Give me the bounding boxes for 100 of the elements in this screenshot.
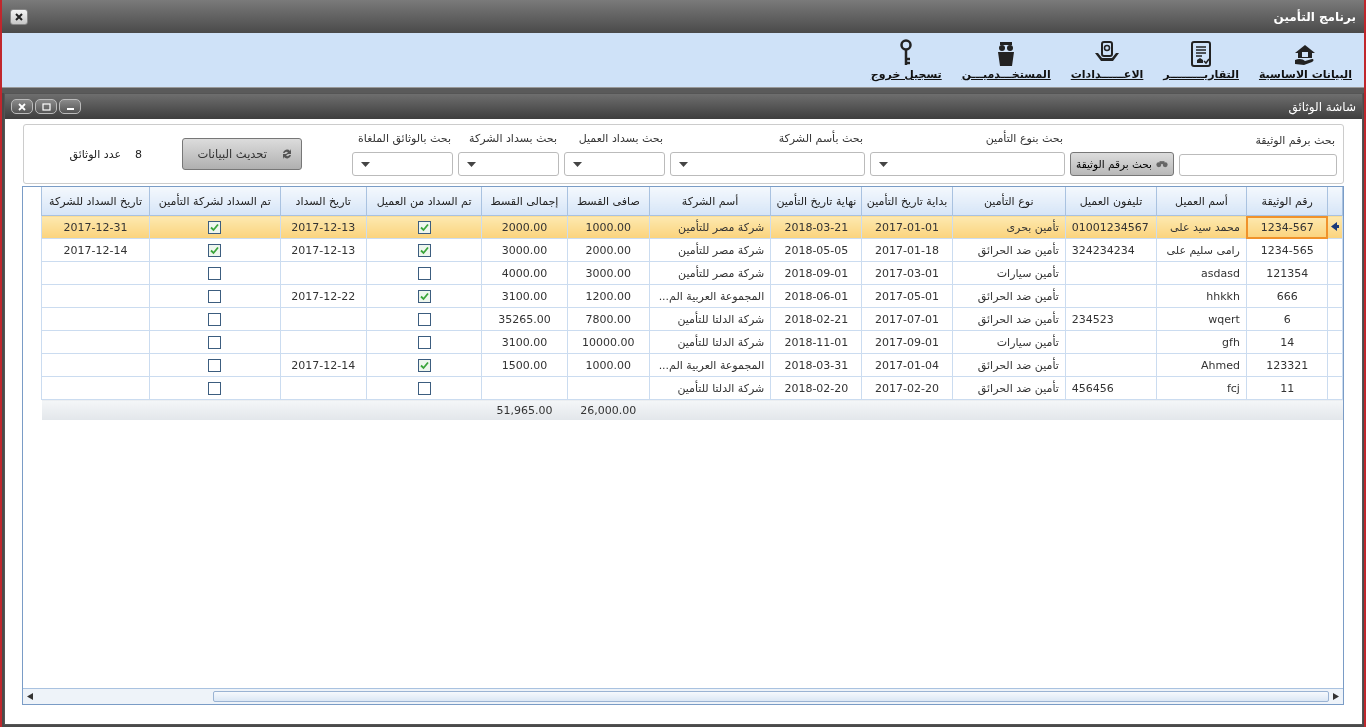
filter-label: بحث بنوع التأمين xyxy=(984,132,1064,146)
table-cell: wqert xyxy=(1208,312,1240,326)
table-cell: 121354 xyxy=(1266,266,1309,280)
table-cell: 2017-12-14 xyxy=(63,243,128,257)
filter-label: بحث بأسم الشركة xyxy=(777,132,864,146)
table-cell: 1234-565 xyxy=(1260,243,1314,257)
filter-label: بحث بالوثائق الملغاة xyxy=(357,132,452,146)
table-cell: Ahmed xyxy=(1200,358,1240,372)
table-cell: تأمين سيارات xyxy=(996,335,1059,349)
column-header[interactable]: نهاية تاريخ التأمين xyxy=(770,187,862,216)
table-cell: تأمين ضد الحرائق xyxy=(977,358,1059,372)
table-cell: 11 xyxy=(1280,381,1295,395)
table-cell: 1234-567 xyxy=(1260,220,1314,234)
table-cell: 2017-07-01 xyxy=(875,312,939,326)
table-cell: شركة مصر للتأمين xyxy=(678,220,765,234)
ribbon-button[interactable]: تسجيل خروج xyxy=(870,39,942,81)
table-cell: 3100.00 xyxy=(501,335,548,349)
column-header[interactable]: تم السداد لشركة التأمين xyxy=(149,187,281,216)
table-cell: تأمين ضد الحرائق xyxy=(977,289,1059,303)
table-cell: 324234234 xyxy=(1071,243,1135,257)
table-cell: 456456 xyxy=(1071,381,1114,395)
table-cell: 2018-05-05 xyxy=(784,243,849,257)
table-cell: 01001234567 xyxy=(1071,220,1149,234)
table-cell: 2018-11-01 xyxy=(784,335,849,349)
table-cell: تأمين سيارات xyxy=(996,266,1059,280)
column-header[interactable]: بداية تاريخ التأمين xyxy=(862,187,953,216)
table-cell: hhkkh xyxy=(1206,289,1240,303)
table-cell: تأمين بحرى xyxy=(1006,220,1059,234)
table-cell: 2017-01-18 xyxy=(875,243,939,257)
table-cell: شركة مصر للتأمين xyxy=(678,243,765,257)
table-cell: 3000.00 xyxy=(501,243,548,257)
column-header[interactable]: تاريخ السداد xyxy=(280,187,367,216)
table-cell: 2000.00 xyxy=(585,243,632,257)
column-header[interactable]: أسم العميل xyxy=(1156,187,1247,216)
table-cell: 1500.00 xyxy=(501,358,548,372)
table-cell: 2017-03-01 xyxy=(875,266,939,280)
column-header[interactable]: إجمالى القسط xyxy=(481,187,568,216)
column-header[interactable]: تم السداد من العميل xyxy=(366,187,482,216)
table-cell: 7800.00 xyxy=(585,312,632,326)
table-cell: 2018-03-31 xyxy=(784,358,849,372)
table-cell: 1000.00 xyxy=(585,220,632,234)
table-cell: محمد سيد على xyxy=(1170,220,1240,234)
table-cell: 2018-03-21 xyxy=(784,220,849,234)
table-cell: gfh xyxy=(1222,335,1240,349)
table-cell: تأمين ضد الحرائق xyxy=(977,381,1059,395)
column-header[interactable]: رقم الوثيقة xyxy=(1246,187,1328,216)
table-cell: 2017-01-01 xyxy=(875,220,939,234)
table-cell: 234523 xyxy=(1071,312,1114,326)
table-cell: 123321 xyxy=(1266,358,1309,372)
column-header[interactable]: نوع التأمين xyxy=(952,187,1066,216)
table-cell: 1000.00 xyxy=(585,358,632,372)
table-cell: 2017-12-14 xyxy=(291,358,356,372)
column-header[interactable]: أسم الشركة xyxy=(649,187,771,216)
total-cell: 26,000.00 xyxy=(580,403,637,417)
filter-label: بحث بسداد العميل xyxy=(577,132,664,146)
table-cell: رامى سليم على xyxy=(1166,243,1240,257)
ribbon-button[interactable]: التقاريـــــــــر xyxy=(1163,41,1239,81)
document-count: 8 xyxy=(135,147,142,161)
ribbon-button[interactable]: المستخـــدميـــن xyxy=(961,41,1051,81)
column-header[interactable]: صافى القسط xyxy=(567,187,650,216)
table-cell: 2017-12-22 xyxy=(291,289,356,303)
total-cell: 51,965.00 xyxy=(496,403,553,417)
table-cell: 2018-09-01 xyxy=(784,266,849,280)
filter-label: بحث بسداد الشركة xyxy=(468,132,558,146)
ribbon-button[interactable]: الاعــــــدادات xyxy=(1070,41,1144,81)
refresh-button[interactable]: تحديث البيانات xyxy=(182,138,302,170)
filter-label: بحث برقم الوثيقة xyxy=(1254,134,1336,148)
table-cell: asdasd xyxy=(1201,266,1240,280)
table-cell: 2017-09-01 xyxy=(875,335,939,349)
table-cell: 2017-01-04 xyxy=(875,358,939,372)
table-cell: 2000.00 xyxy=(501,220,548,234)
table-cell: fcj xyxy=(1226,381,1240,395)
table-cell: المجموعة العربية الم... xyxy=(658,358,765,372)
table-cell: 14 xyxy=(1280,335,1295,349)
table-cell: 35265.00 xyxy=(498,312,551,326)
table-cell: 2017-12-31 xyxy=(63,220,128,234)
table-cell: 1200.00 xyxy=(585,289,632,303)
column-header[interactable]: تليفون العميل xyxy=(1065,187,1157,216)
table-cell: 666 xyxy=(1276,289,1298,303)
table-cell: 2017-02-20 xyxy=(875,381,939,395)
table-cell: 2018-06-01 xyxy=(784,289,849,303)
table-cell: شركة الدلتا للتأمين xyxy=(677,381,765,395)
table-cell: 10000.00 xyxy=(582,335,635,349)
table-cell: 3100.00 xyxy=(501,289,548,303)
table-cell: المجموعة العربية الم... xyxy=(658,289,765,303)
ribbon-button[interactable]: البيانات الاساسية xyxy=(1258,43,1352,81)
column-header[interactable]: تاريخ السداد للشركة xyxy=(41,187,150,216)
table-cell: شركة الدلتا للتأمين xyxy=(677,312,765,326)
table-cell: تأمين ضد الحرائق xyxy=(977,243,1059,257)
table-cell: 2018-02-20 xyxy=(784,381,849,395)
window-title: برنامج التأمين xyxy=(1273,9,1356,24)
table-cell: 3000.00 xyxy=(585,266,632,280)
table-cell: شركة الدلتا للتأمين xyxy=(677,335,765,349)
search-button[interactable]: بحث برقم الوثيقة xyxy=(1070,152,1174,176)
table-cell: شركة مصر للتأمين xyxy=(678,266,765,280)
table-cell: 2018-02-21 xyxy=(784,312,849,326)
window-title: شاشة الوثائق xyxy=(1288,99,1356,114)
table-cell: 4000.00 xyxy=(501,266,548,280)
count-label: عدد الوثائق xyxy=(69,147,121,161)
table-cell: 2017-05-01 xyxy=(875,289,939,303)
